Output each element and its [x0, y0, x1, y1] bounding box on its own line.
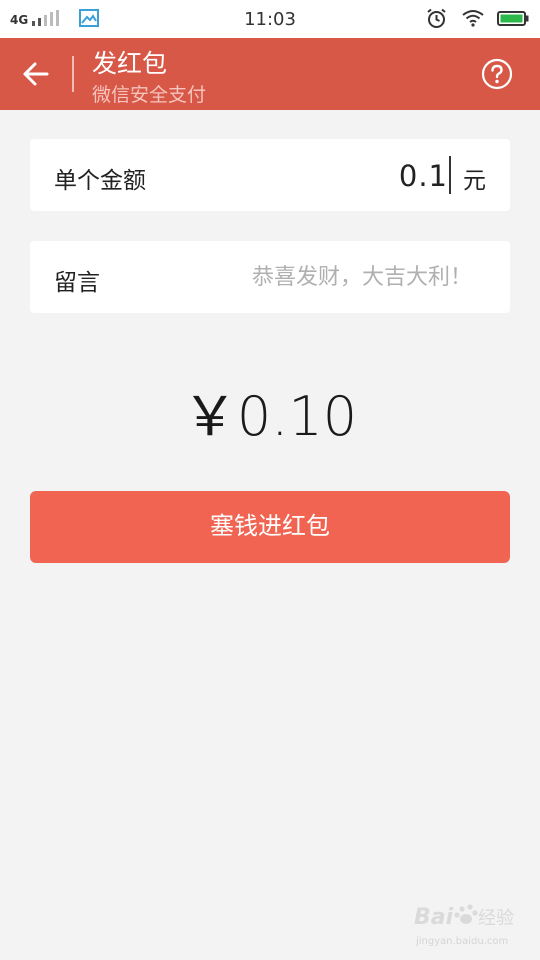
amount-label: 单个金额 — [54, 168, 146, 194]
help-icon[interactable] — [481, 58, 513, 90]
wifi-icon — [462, 10, 484, 27]
back-arrow-icon[interactable] — [22, 60, 50, 88]
page-title: 发红包 — [92, 49, 168, 78]
status-bar: 4G 11:03 — [0, 0, 540, 38]
amount-input[interactable]: 0.1 — [399, 159, 448, 193]
total-amount: ￥0.10 — [182, 385, 358, 448]
header-divider — [72, 56, 74, 92]
submit-red-packet-button[interactable]: 塞钱进红包 — [30, 491, 510, 563]
amount-unit: 元 — [463, 168, 486, 194]
app-header: 发红包 微信安全支付 — [0, 38, 540, 110]
text-caret — [449, 156, 451, 194]
amount-field[interactable]: 单个金额 0.1 元 — [30, 139, 510, 211]
svg-text:Bai: Bai — [414, 905, 454, 930]
message-input[interactable] — [152, 257, 472, 297]
screen: 4G 11:03 发红包 微信安全支付 单个金额 0.1 元 留言 恭喜发财，大… — [0, 0, 540, 960]
svg-text:经验: 经验 — [478, 908, 514, 929]
baidu-watermark: Bai 经验 jingyan.baidu.com — [414, 900, 518, 950]
message-label: 留言 — [54, 270, 100, 296]
watermark-logo: Bai 经验 jingyan.baidu.com — [414, 904, 514, 947]
page-subtitle: 微信安全支付 — [92, 84, 207, 106]
battery-icon — [497, 11, 529, 26]
clock: 11:03 — [244, 9, 296, 30]
message-field[interactable]: 留言 — [30, 241, 510, 313]
alarm-icon — [427, 8, 446, 28]
svg-text:jingyan.baidu.com: jingyan.baidu.com — [415, 936, 508, 947]
